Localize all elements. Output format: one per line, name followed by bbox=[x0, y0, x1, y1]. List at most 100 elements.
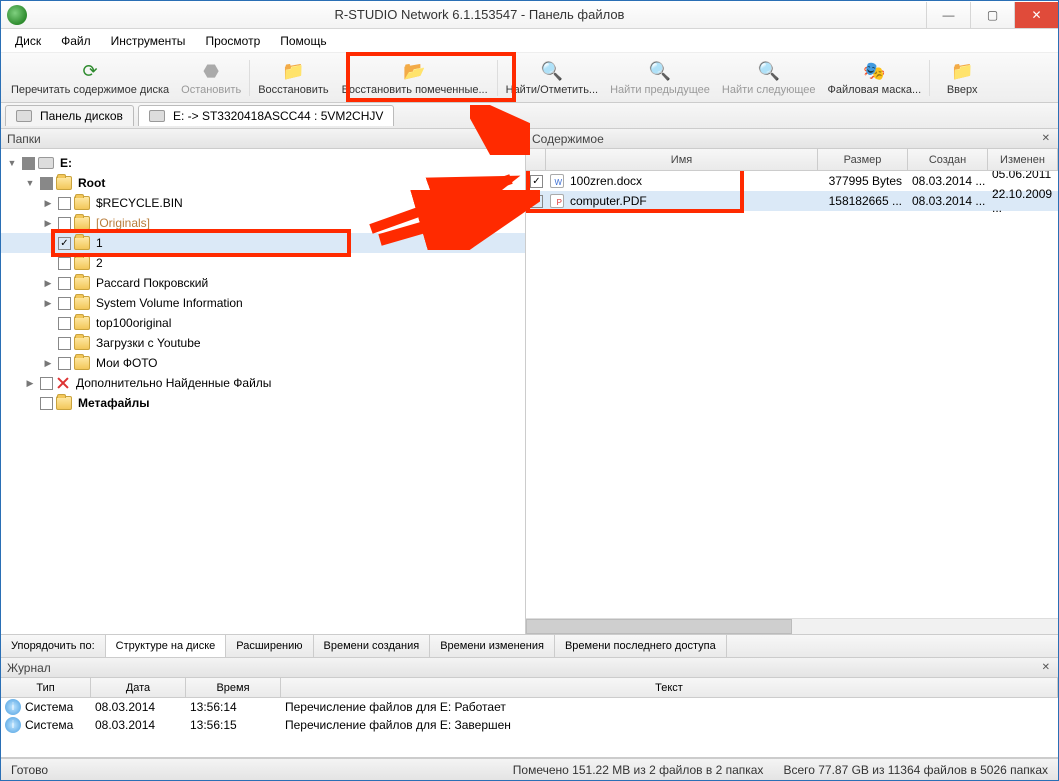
maximize-button[interactable]: ▢ bbox=[970, 2, 1014, 28]
checkbox[interactable] bbox=[58, 197, 71, 210]
checkbox[interactable] bbox=[58, 297, 71, 310]
up-button[interactable]: 📁 Вверх bbox=[932, 53, 992, 102]
expand-icon[interactable]: ▶ bbox=[41, 198, 55, 209]
tree-label[interactable]: System Volume Information bbox=[94, 296, 243, 310]
sort-mtime[interactable]: Времени изменения bbox=[430, 635, 555, 657]
file-list[interactable]: 100zren.docx 377995 Bytes 08.03.2014 ...… bbox=[526, 171, 1058, 618]
tree-label[interactable]: Загрузки с Youtube bbox=[94, 336, 201, 350]
file-mask-button[interactable]: 🎭 Файловая маска... bbox=[822, 53, 928, 102]
close-pane-icon[interactable]: ✕ bbox=[1040, 662, 1052, 673]
file-row[interactable]: 100zren.docx 377995 Bytes 08.03.2014 ...… bbox=[526, 171, 1058, 191]
log-row[interactable]: i Система 08.03.2014 13:56:14 Перечислен… bbox=[1, 698, 1058, 716]
folder-tree[interactable]: ▼ E: ▼ Root ▶ $RECYCLE.BIN ▶ [ bbox=[1, 149, 525, 634]
log-col-date[interactable]: Дата bbox=[91, 678, 186, 697]
mask-icon: 🎭 bbox=[862, 60, 886, 84]
log-text: Перечисление файлов для E: Работает bbox=[285, 700, 1058, 714]
col-size[interactable]: Размер bbox=[818, 149, 908, 170]
tree-label[interactable]: [Originals] bbox=[94, 216, 150, 230]
menu-view[interactable]: Просмотр bbox=[197, 32, 268, 50]
col-created[interactable]: Создан bbox=[908, 149, 988, 170]
menu-help[interactable]: Помощь bbox=[272, 32, 334, 50]
checkbox[interactable] bbox=[58, 337, 71, 350]
expand-icon[interactable]: ▶ bbox=[41, 298, 55, 309]
checkbox[interactable] bbox=[530, 195, 543, 208]
log-col-time[interactable]: Время bbox=[186, 678, 281, 697]
log-time: 13:56:14 bbox=[190, 700, 285, 714]
file-name[interactable]: computer.PDF bbox=[568, 194, 818, 208]
menu-disk[interactable]: Диск bbox=[7, 32, 49, 50]
reread-button[interactable]: ⟳ Перечитать содержимое диска bbox=[5, 53, 175, 102]
checkbox[interactable] bbox=[58, 317, 71, 330]
folder-icon bbox=[56, 176, 72, 190]
tab-disk-panel[interactable]: Панель дисков bbox=[5, 105, 134, 126]
file-row[interactable]: computer.PDF 158182665 ... 08.03.2014 ..… bbox=[526, 191, 1058, 211]
folder-icon bbox=[74, 356, 90, 370]
binoculars-prev-icon: 🔍 bbox=[648, 60, 672, 84]
checkbox[interactable] bbox=[22, 157, 35, 170]
close-button[interactable]: ✕ bbox=[1014, 2, 1058, 28]
menu-bar: Диск Файл Инструменты Просмотр Помощь bbox=[1, 29, 1058, 53]
checkbox[interactable] bbox=[40, 177, 53, 190]
tree-label[interactable]: 2 bbox=[94, 256, 103, 270]
tree-label[interactable]: Paccard Покровский bbox=[94, 276, 208, 290]
expand-icon[interactable]: ▼ bbox=[23, 178, 37, 188]
tree-label[interactable]: top100original bbox=[94, 316, 171, 330]
folder-check-icon: 📂 bbox=[403, 60, 427, 84]
tab-drive-e[interactable]: E: -> ST3320418ASCC44 : 5VM2CHJV bbox=[138, 105, 394, 126]
recover-button[interactable]: 📁 Восстановить bbox=[252, 53, 334, 102]
checkbox[interactable] bbox=[58, 357, 71, 370]
expand-icon[interactable]: ▼ bbox=[5, 158, 19, 168]
log-col-text[interactable]: Текст bbox=[281, 678, 1058, 697]
checkbox[interactable] bbox=[530, 175, 543, 188]
log-text: Перечисление файлов для E: Завершен bbox=[285, 718, 1058, 732]
tree-label[interactable]: 1 bbox=[94, 236, 103, 250]
col-name[interactable]: Имя bbox=[546, 149, 818, 170]
checkbox[interactable] bbox=[40, 377, 53, 390]
log-col-type[interactable]: Тип bbox=[1, 678, 91, 697]
folder-up-icon: 📁 bbox=[950, 60, 974, 84]
binoculars-icon: 🔍 bbox=[540, 60, 564, 84]
tree-label[interactable]: Метафайлы bbox=[76, 396, 149, 410]
folder-icon bbox=[74, 336, 90, 350]
horizontal-scrollbar[interactable] bbox=[526, 618, 1058, 634]
expand-icon[interactable]: ▶ bbox=[23, 378, 37, 389]
minimize-button[interactable]: — bbox=[926, 2, 970, 28]
expand-icon[interactable]: ▶ bbox=[41, 358, 55, 369]
sort-atime[interactable]: Времени последнего доступа bbox=[555, 635, 727, 657]
sort-ctime[interactable]: Времени создания bbox=[314, 635, 431, 657]
folder-icon bbox=[74, 236, 90, 250]
sort-structure[interactable]: Структуре на диске bbox=[106, 635, 227, 657]
checkbox[interactable] bbox=[58, 237, 71, 250]
log-row[interactable]: i Система 08.03.2014 13:56:15 Перечислен… bbox=[1, 716, 1058, 734]
tree-label[interactable]: Root bbox=[76, 176, 105, 190]
file-created: 08.03.2014 ... bbox=[908, 174, 988, 188]
file-created: 08.03.2014 ... bbox=[908, 194, 988, 208]
sort-by-label: Упорядочить по: bbox=[1, 635, 106, 657]
tree-label[interactable]: E: bbox=[58, 156, 72, 170]
expand-icon[interactable]: ▶ bbox=[41, 218, 55, 229]
menu-tools[interactable]: Инструменты bbox=[103, 32, 194, 50]
file-name[interactable]: 100zren.docx bbox=[568, 174, 818, 188]
col-modified[interactable]: Изменен bbox=[988, 149, 1058, 170]
menu-file[interactable]: Файл bbox=[53, 32, 99, 50]
sort-ext[interactable]: Расширению bbox=[226, 635, 313, 657]
checkbox[interactable] bbox=[40, 397, 53, 410]
tree-label[interactable]: $RECYCLE.BIN bbox=[94, 196, 183, 210]
status-marked: Помечено 151.22 MB из 2 файлов в 2 папка… bbox=[503, 763, 774, 777]
folder-plus-icon: 📁 bbox=[281, 60, 305, 84]
close-pane-icon[interactable]: ✕ bbox=[507, 133, 519, 144]
expand-icon[interactable]: ▶ bbox=[41, 278, 55, 289]
find-next-button[interactable]: 🔍 Найти следующее bbox=[716, 53, 822, 102]
checkbox[interactable] bbox=[58, 257, 71, 270]
checkbox[interactable] bbox=[58, 277, 71, 290]
tree-label[interactable]: Мои ФОТО bbox=[94, 356, 157, 370]
stop-button[interactable]: ⬣ Остановить bbox=[175, 53, 247, 102]
find-mark-button[interactable]: 🔍 Найти/Отметить... bbox=[500, 53, 604, 102]
tree-label[interactable]: Дополнительно Найденные Файлы bbox=[74, 376, 271, 390]
folder-icon bbox=[74, 216, 90, 230]
status-bar: Готово Помечено 151.22 MB из 2 файлов в … bbox=[1, 758, 1058, 780]
recover-marked-button[interactable]: 📂 Восстановить помеченные... bbox=[335, 53, 495, 102]
checkbox[interactable] bbox=[58, 217, 71, 230]
close-pane-icon[interactable]: ✕ bbox=[1040, 133, 1052, 144]
find-prev-button[interactable]: 🔍 Найти предыдущее bbox=[604, 53, 716, 102]
